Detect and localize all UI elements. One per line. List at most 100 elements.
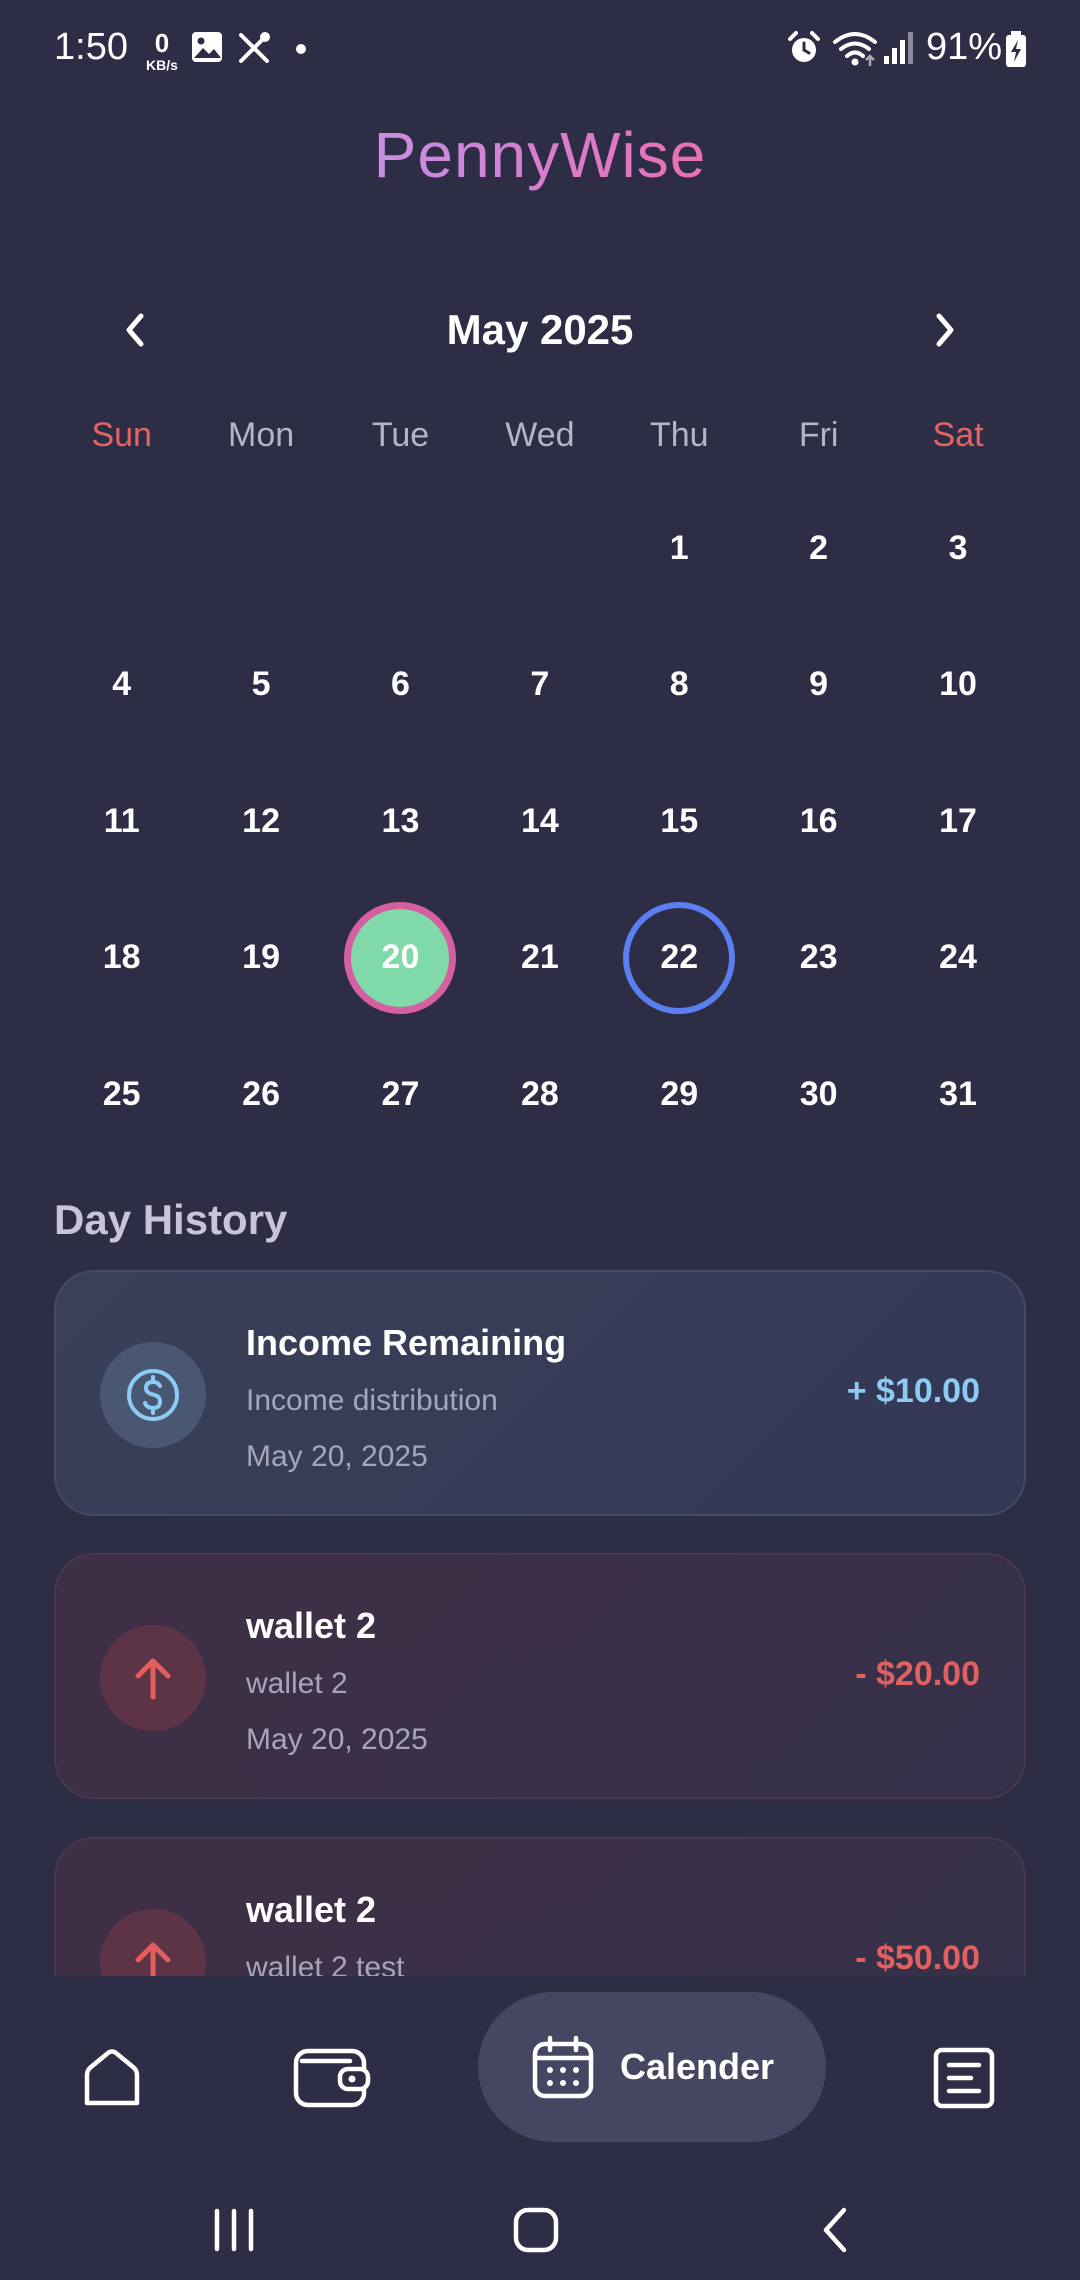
- weekday-label: Sat: [932, 416, 984, 454]
- calendar-day-number: 11: [103, 801, 140, 840]
- weekday-label: Wed: [505, 416, 575, 454]
- history-item-subtitle: wallet 2: [246, 1667, 348, 1700]
- calendar-day[interactable]: 30: [749, 1026, 888, 1163]
- battery-charging-icon: [1006, 31, 1026, 67]
- network-speed-unit: KB/s: [146, 57, 178, 73]
- history-item-amount: - $50.00: [855, 1939, 980, 1976]
- history-item-icon: [100, 1909, 206, 1976]
- calendar-day[interactable]: 26: [191, 1026, 330, 1163]
- weekday-label: Tue: [371, 416, 430, 454]
- calendar-day-number: 27: [381, 1074, 420, 1113]
- calendar-day-number: 20: [344, 901, 457, 1014]
- calendar-day-number: 12: [242, 801, 280, 840]
- back-icon: [823, 2207, 847, 2253]
- calendar-day[interactable]: 13: [331, 753, 470, 890]
- history-item-amount: + $10.00: [846, 1372, 980, 1410]
- calendar-week-row: 1 2 3: [52, 480, 1028, 617]
- calendar-day[interactable]: 11: [52, 753, 191, 890]
- calendar-day-number: 29: [660, 1074, 699, 1113]
- wallet-icon: [293, 2048, 371, 2108]
- arrow-up-icon: [135, 1942, 171, 1976]
- network-speed: 0 KB/s: [142, 30, 182, 72]
- calendar-day-number: 22: [623, 901, 736, 1014]
- calendar-day[interactable]: 8: [610, 617, 749, 754]
- weekday-label: Thu: [649, 416, 709, 454]
- weekday-label: Fri: [798, 416, 839, 454]
- calendar-day-number: 23: [799, 938, 838, 977]
- calendar-day-number: 6: [391, 665, 410, 704]
- home-icon: [84, 2049, 140, 2106]
- history-item-subtitle: Income distribution: [246, 1384, 498, 1417]
- day-history-title: Day History: [54, 1196, 288, 1243]
- calendar-day[interactable]: 6: [331, 617, 470, 754]
- calendar-day[interactable]: 29: [610, 1026, 749, 1163]
- nav-report-button[interactable]: [924, 2032, 1004, 2124]
- home-system-button[interactable]: [506, 2200, 566, 2260]
- status-time: 1:50: [54, 26, 128, 68]
- calendar-day[interactable]: 28: [470, 1026, 609, 1163]
- calendar-day[interactable]: 16: [749, 753, 888, 890]
- calendar-day[interactable]: 21: [470, 890, 609, 1027]
- calendar-day-number: 26: [242, 1074, 280, 1113]
- calendar-day[interactable]: 2: [749, 480, 888, 617]
- nav-home-button[interactable]: [72, 2032, 152, 2124]
- screen: 1:50 0 KB/s 91% PennyWise May 2025 Sun M…: [0, 0, 1080, 2280]
- recent-apps-button[interactable]: [204, 2200, 264, 2260]
- calendar-day-number: 4: [112, 665, 132, 704]
- arrow-up-icon: [135, 1658, 171, 1700]
- calendar-week-row: 11 12 13 14 15 16 17: [52, 753, 1028, 890]
- history-item-title: wallet 2: [246, 1605, 377, 1646]
- calendar-day[interactable]: 7: [470, 617, 609, 754]
- calendar-day-number: 7: [530, 665, 550, 704]
- recent-apps-icon: [214, 2208, 254, 2252]
- calendar-day[interactable]: 31: [888, 1026, 1027, 1163]
- calendar-day[interactable]: 14: [470, 753, 609, 890]
- status-dot: [296, 44, 306, 54]
- calendar-day[interactable]: 1: [610, 480, 749, 617]
- calendar-day[interactable]: 9: [749, 617, 888, 754]
- back-button[interactable]: [806, 2200, 866, 2260]
- nav-calendar-button[interactable]: Calender: [478, 1992, 826, 2142]
- calendar-day-number: 17: [939, 801, 977, 840]
- calendar-day[interactable]: 27: [331, 1026, 470, 1163]
- wifi-icon: [833, 32, 877, 66]
- calendar-day[interactable]: 3: [888, 480, 1027, 617]
- calendar-day-number: 9: [809, 665, 829, 704]
- calendar-day-selected[interactable]: 20: [331, 890, 470, 1027]
- calendar-day[interactable]: 23: [749, 890, 888, 1027]
- calendar-day[interactable]: 24: [888, 890, 1027, 1027]
- calendar-day[interactable]: 5: [191, 617, 330, 754]
- nav-wallet-button[interactable]: [292, 2032, 372, 2124]
- next-month-button[interactable]: [916, 302, 972, 358]
- history-item-date: May 20, 2025: [246, 1723, 428, 1756]
- month-navigation: May 2025: [0, 290, 1080, 370]
- calendar-day-number: 1: [669, 528, 689, 567]
- chevron-right-icon: [936, 313, 954, 347]
- history-item-subtitle: wallet 2 test: [246, 1951, 405, 1976]
- calendar-day[interactable]: 10: [888, 617, 1027, 754]
- alarm-icon: [788, 31, 820, 62]
- calendar-day[interactable]: 4: [52, 617, 191, 754]
- calendar-day-today[interactable]: 22: [610, 890, 749, 1027]
- dollar-icon: [127, 1369, 179, 1421]
- calendar-day[interactable]: 19: [191, 890, 330, 1027]
- history-item-expense[interactable]: wallet 2 wallet 2 May 20, 2025 - $20.00: [54, 1553, 1026, 1799]
- history-item-expense[interactable]: wallet 2 wallet 2 test - $50.00: [54, 1837, 1026, 1976]
- signal-icon: [884, 32, 913, 64]
- calendar-day-number: 3: [948, 528, 968, 567]
- calendar-day[interactable]: 25: [52, 1026, 191, 1163]
- calendar-day[interactable]: 17: [888, 753, 1027, 890]
- report-icon: [933, 2047, 995, 2109]
- calendar-day-number: 28: [520, 1074, 559, 1113]
- history-item-income[interactable]: Income Remaining Income distribution May…: [54, 1270, 1026, 1516]
- app-title: PennyWise: [0, 118, 1080, 192]
- calendar-day-number: 2: [809, 528, 829, 567]
- calendar-day[interactable]: 18: [52, 890, 191, 1027]
- weekday-label: Sun: [91, 416, 152, 454]
- calendar-empty-cell: [331, 480, 470, 617]
- calendar-icon: [532, 2035, 594, 2099]
- calendar-day-number: 31: [939, 1074, 977, 1113]
- calendar-grid: 1 2 3 4 5 6 7 8 9 10 11 12 13 14 15 16 17 18 19 20 21 22 23 24 2…: [52, 480, 1028, 1163]
- calendar-day[interactable]: 15: [610, 753, 749, 890]
- calendar-day[interactable]: 12: [191, 753, 330, 890]
